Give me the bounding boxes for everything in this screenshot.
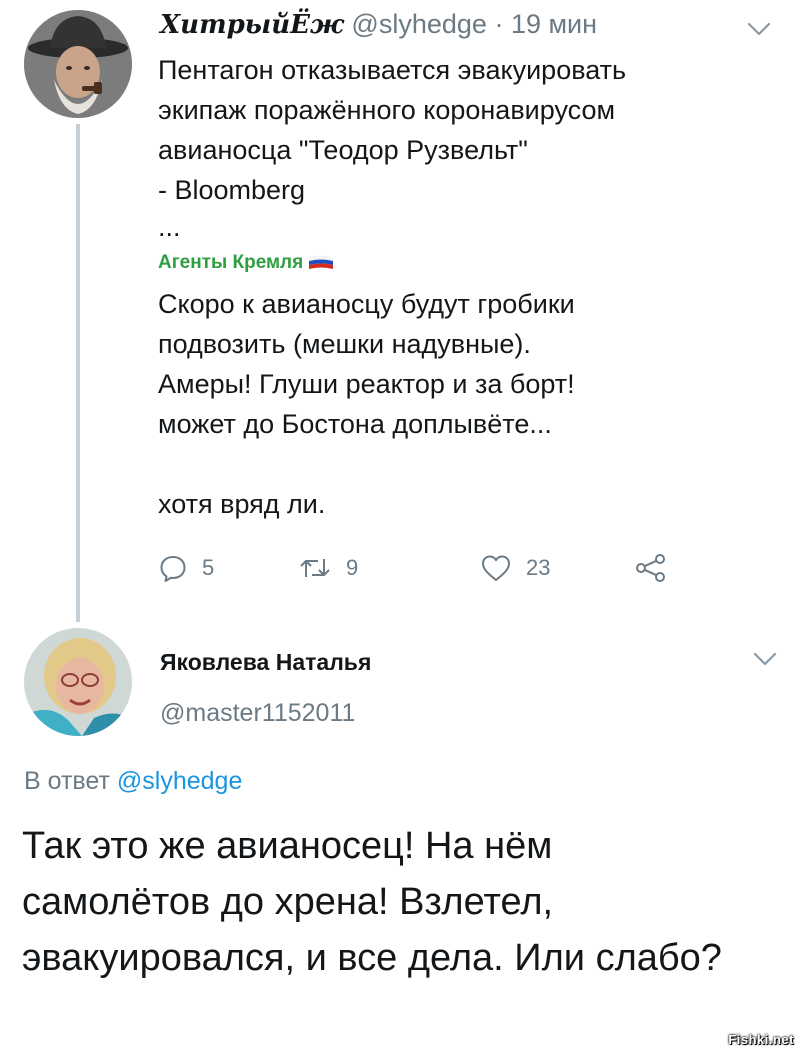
tweet-time[interactable]: 19 мин <box>511 9 597 39</box>
chevron-down-icon[interactable] <box>752 650 778 668</box>
quoted-author-name: Агенты Кремля <box>158 252 304 273</box>
tweet-text-line: экипаж поражённого коронавирусом <box>158 95 616 125</box>
reply-author-display-name[interactable]: Яковлева Наталья <box>160 646 371 678</box>
reply-to-label: В ответ <box>24 767 110 795</box>
retweet-button[interactable]: 9 <box>298 548 358 588</box>
like-button[interactable]: 23 <box>480 548 550 588</box>
tweet-text-line: - Bloomberg <box>158 175 306 205</box>
tweet-text-line: авианосца "Теодор Рузвельт" <box>158 135 528 165</box>
retweet-count: 9 <box>346 555 359 580</box>
tweet-header: ХитрыйЁж @slyhedge · 19 мин <box>160 6 597 43</box>
reply-author-handle[interactable]: @master1152011 <box>160 696 355 730</box>
reply-text: Так это же авианосец! На нём самолётов д… <box>22 825 722 979</box>
quote-text-line: Амеры! Глуши реактор и за борт! <box>158 369 575 399</box>
quote-text-last: хотя вряд ли. <box>158 489 326 519</box>
share-icon <box>636 554 665 582</box>
author-display-name[interactable]: ХитрыйЁж <box>160 10 344 40</box>
header-separator: · <box>494 9 504 39</box>
reply-button[interactable]: 5 <box>158 548 214 588</box>
like-count: 23 <box>526 555 551 580</box>
thread-line <box>76 124 80 622</box>
quote-text-line: подвозить (мешки надувные). <box>158 329 531 359</box>
quote-text-line: может до Бостона доплывёте... <box>158 409 552 439</box>
chevron-down-icon[interactable] <box>746 20 772 38</box>
like-icon <box>482 555 510 581</box>
watermark: Fishki.net <box>728 1032 794 1047</box>
tweet-text-line: Пентагон отказывается эвакуировать <box>158 55 627 85</box>
tweet-actions: 5 9 23 <box>158 548 678 588</box>
russian-flag-icon <box>309 255 334 269</box>
reply-icon <box>160 556 186 582</box>
quote-text-line: Скоро к авианосцу будут гробики <box>158 289 575 319</box>
reply-count: 5 <box>202 555 215 580</box>
retweet-icon <box>300 559 330 577</box>
avatar-slyhedge[interactable] <box>24 10 132 118</box>
reply-to-line: В ответ @slyhedge <box>24 764 242 798</box>
tweet-ellipsis: ... <box>158 212 181 242</box>
avatar-master1152011[interactable] <box>24 628 132 736</box>
author-handle[interactable]: @slyhedge <box>351 9 487 39</box>
tweet-text: Пентагон отказывается эвакуировать экипа… <box>158 50 768 524</box>
quoted-author: Агенты Кремля <box>158 246 768 280</box>
reply-to-mention[interactable]: @slyhedge <box>117 767 242 795</box>
share-button[interactable] <box>634 548 668 588</box>
